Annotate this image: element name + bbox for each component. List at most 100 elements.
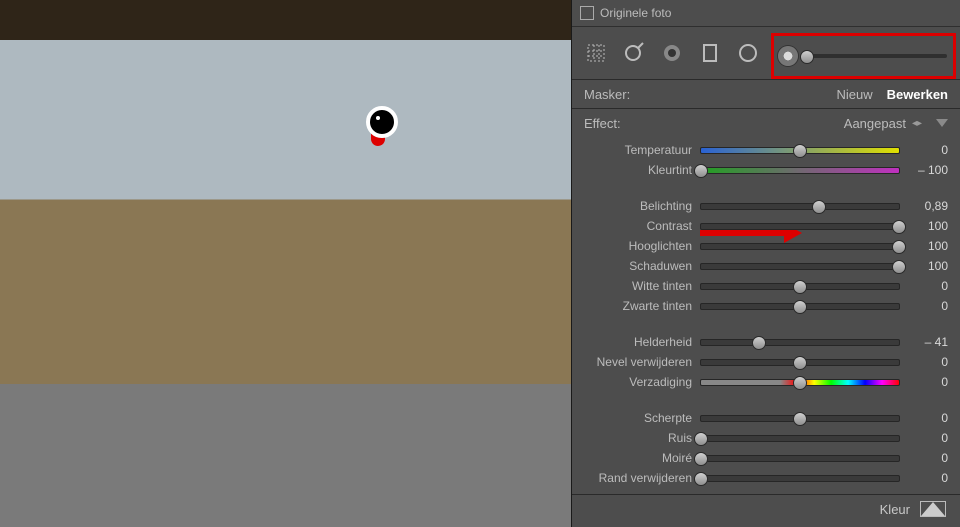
slider-label: Schaduwen [584,259,700,273]
slider-track[interactable] [700,147,900,154]
sliders-group-1: Temperatuur0 Kleurtint – 100 [572,138,960,180]
mask-edit-link[interactable]: Bewerken [887,87,948,102]
brush-tool-icon[interactable] [778,46,798,66]
slider-knob[interactable] [793,356,807,370]
slider-rand: Rand verwijderen 0 [584,468,948,488]
slider-schaduwen: Schaduwen 100 [584,256,948,276]
slider-contrast: Contrast 100 [584,216,948,236]
gradient-tool-icon[interactable] [696,39,724,67]
slider-knob[interactable] [694,452,708,466]
spot-tool-icon[interactable] [620,39,648,67]
color-swatch[interactable] [920,501,946,517]
slider-label: Ruis [584,431,700,445]
photo-decoration [0,0,572,40]
sliders-group-3: Helderheid – 41 Nevel verwijderen 0 Verzad… [572,330,960,392]
slider-value[interactable]: 0 [900,411,948,425]
slider-value[interactable]: 0,89 [900,199,948,213]
slider-value[interactable]: – 41 [900,335,948,349]
slider-value[interactable]: 0 [900,143,948,157]
slider-track[interactable] [700,339,900,346]
sliders-group-2: Belichting 0,89 Contrast 100 Hooglichten10… [572,194,960,316]
slider-value[interactable]: 0 [900,279,948,293]
redeye-tool-icon[interactable] [658,39,686,67]
slider-hooglichten: Hooglichten100 [584,236,948,256]
photo-viewport [0,0,572,527]
effect-row: Effect: Aangepast ◂▸ [572,109,960,138]
dropdown-icon[interactable]: ◂▸ [912,118,922,129]
slider-value[interactable]: 0 [900,431,948,445]
slider-value[interactable]: 0 [900,471,948,485]
slider-label: Contrast [584,219,700,233]
slider-value[interactable]: 100 [900,219,948,233]
slider-track[interactable] [700,303,900,310]
mask-label: Masker: [584,87,630,102]
sliders-container: Temperatuur0 Kleurtint – 100 Belichting 0,… [572,138,960,523]
original-photo-toggle[interactable]: Originele foto [572,0,960,27]
original-photo-label: Originele foto [600,6,671,20]
slider-value[interactable]: 0 [900,299,948,313]
slider-knob[interactable] [793,376,807,390]
slider-track[interactable] [700,283,900,290]
slider-knob[interactable] [812,200,826,214]
slider-knob[interactable] [694,432,708,446]
checkbox-icon[interactable] [580,6,594,20]
slider-track[interactable] [700,455,900,462]
color-label: Kleur [880,502,910,517]
slider-ruis: Ruis 0 [584,428,948,448]
brush-slider-knob[interactable] [800,50,814,64]
crop-tool-icon[interactable] [582,39,610,67]
slider-value[interactable]: 0 [900,355,948,369]
slider-knob[interactable] [793,144,807,158]
slider-value[interactable]: 0 [900,451,948,465]
slider-value[interactable]: – 100 [900,163,948,177]
slider-knob[interactable] [793,300,807,314]
effect-label: Effect: [584,116,621,131]
slider-temperatuur: Temperatuur0 [584,140,948,160]
slider-label: Verzadiging [584,375,700,389]
slider-track[interactable] [700,167,900,174]
panel-collapse-icon[interactable] [936,119,948,127]
adjustment-pin[interactable] [366,106,398,138]
slider-track[interactable] [700,379,900,386]
slider-label: Zwarte tinten [584,299,700,313]
radial-tool-icon[interactable] [734,39,762,67]
slider-knob[interactable] [892,240,906,254]
slider-knob[interactable] [892,260,906,274]
slider-knob[interactable] [694,164,708,178]
slider-label: Nevel verwijderen [584,355,700,369]
slider-value[interactable]: 100 [900,259,948,273]
slider-label: Kleurtint [584,163,700,177]
slider-track[interactable] [700,415,900,422]
app-window: Originele foto [0,0,960,527]
slider-track[interactable] [700,435,900,442]
slider-value[interactable]: 0 [900,375,948,389]
slider-label: Rand verwijderen [584,471,700,485]
slider-track[interactable] [700,203,900,210]
slider-track[interactable] [700,223,900,230]
slider-label: Scherpte [584,411,700,425]
slider-track[interactable] [700,263,900,270]
slider-label: Belichting [584,199,700,213]
effect-value[interactable]: Aangepast [844,116,906,131]
slider-knob[interactable] [793,280,807,294]
photo-preview[interactable] [0,0,572,384]
slider-label: Helderheid [584,335,700,349]
sliders-group-4: Scherpte0 Ruis0 Moiré0 Rand verwijderen0 [572,406,960,488]
mask-new-link[interactable]: Nieuw [836,87,872,102]
slider-zwarte-tinten: Zwarte tinten 0 [584,296,948,316]
slider-witte-tinten: Witte tinten 0 [584,276,948,296]
slider-knob[interactable] [892,220,906,234]
slider-nevel: Nevel verwijderen 0 [584,352,948,372]
slider-scherpte: Scherpte 0 [584,408,948,428]
slider-knob[interactable] [694,472,708,486]
slider-track[interactable] [700,359,900,366]
slider-track[interactable] [700,475,900,482]
brush-size-slider[interactable] [804,54,947,58]
slider-label: Witte tinten [584,279,700,293]
slider-knob[interactable] [752,336,766,350]
slider-value[interactable]: 100 [900,239,948,253]
slider-kleurtint: Kleurtint – 100 [584,160,948,180]
slider-verzadiging: Verzadiging 0 [584,372,948,392]
slider-knob[interactable] [793,412,807,426]
slider-track[interactable] [700,243,900,250]
